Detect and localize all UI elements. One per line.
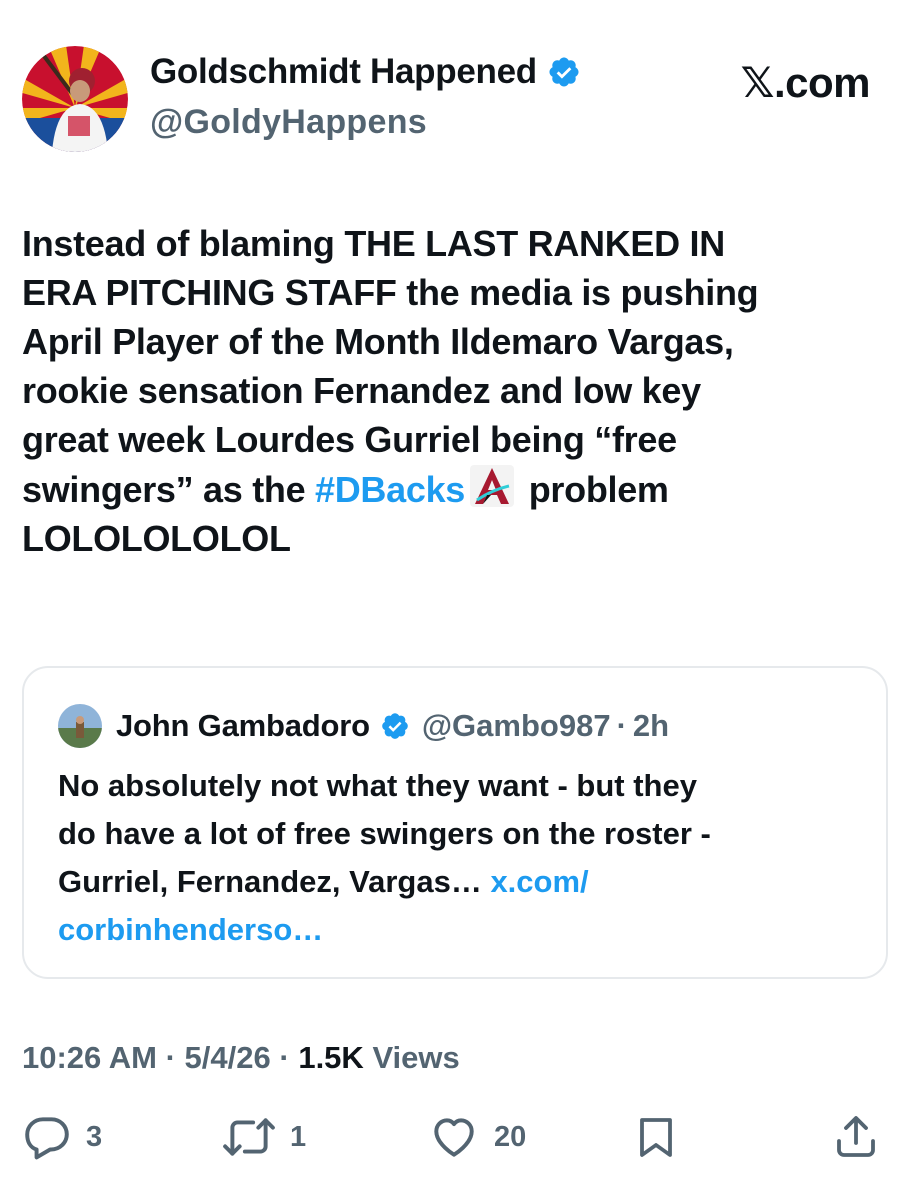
action-bar: 3 1 20 bbox=[0, 1112, 910, 1172]
share-button[interactable] bbox=[832, 1112, 880, 1162]
tweet-line: Instead of blaming THE LAST RANKED IN bbox=[22, 223, 725, 264]
like-count: 20 bbox=[494, 1120, 527, 1153]
meta-separator: · bbox=[165, 1040, 176, 1075]
bookmark-icon bbox=[640, 1118, 672, 1157]
quote-url-link-continued[interactable]: corbinhenderso… bbox=[58, 906, 878, 954]
tweet-line-text: swingers” as the bbox=[22, 469, 316, 510]
author-name-text[interactable]: Goldschmidt Happened bbox=[150, 52, 537, 92]
dbacks-logo-icon bbox=[469, 464, 515, 508]
reply-count: 3 bbox=[86, 1120, 103, 1153]
repost-button[interactable]: 1 bbox=[222, 1112, 306, 1162]
quote-timestamp[interactable]: 2h bbox=[633, 708, 669, 744]
quote-line: No absolutely not what they want - but t… bbox=[58, 768, 697, 803]
tweet-line-text: problem bbox=[519, 469, 669, 510]
quote-verified-badge-icon bbox=[380, 711, 410, 741]
tweet-line: swingers” as the #DBacks problem bbox=[22, 464, 902, 514]
like-button[interactable]: 20 bbox=[428, 1112, 526, 1162]
tweet-text: Instead of blaming THE LAST RANKED IN ER… bbox=[22, 219, 902, 563]
quote-line-text: Gurriel, Fernandez, Vargas… bbox=[58, 864, 491, 899]
tweet-time[interactable]: 10:26 AM bbox=[22, 1040, 157, 1075]
repost-count: 1 bbox=[290, 1120, 307, 1153]
quote-header: John Gambadoro @Gambo987 · 2h bbox=[58, 704, 669, 748]
tweet-line: April Player of the Month Ildemaro Varga… bbox=[22, 321, 734, 362]
hashtag-link[interactable]: #DBacks bbox=[315, 469, 465, 510]
author-handle[interactable]: @GoldyHappens bbox=[150, 103, 427, 142]
quoted-tweet-card[interactable]: John Gambadoro @Gambo987 · 2h No absolut… bbox=[22, 666, 888, 979]
repost-icon bbox=[223, 1118, 275, 1156]
x-com-brand: 𝕏.com bbox=[740, 59, 871, 106]
quote-separator: · bbox=[616, 708, 627, 743]
quote-author-avatar[interactable] bbox=[58, 704, 102, 748]
quote-text: No absolutely not what they want - but t… bbox=[58, 762, 878, 954]
views-label: Views bbox=[372, 1040, 460, 1075]
heart-icon bbox=[434, 1118, 474, 1157]
tweet-date[interactable]: 5/4/26 bbox=[185, 1040, 271, 1075]
tweet-meta: 10:26 AM · 5/4/26 · 1.5K Views bbox=[22, 1040, 460, 1076]
quote-author-name[interactable]: John Gambadoro bbox=[116, 708, 370, 744]
share-icon bbox=[837, 1116, 875, 1157]
meta-separator: · bbox=[279, 1040, 290, 1075]
views-count: 1.5K bbox=[298, 1040, 364, 1075]
quote-author-handle[interactable]: @Gambo987 bbox=[422, 708, 611, 744]
verified-badge-icon bbox=[547, 55, 581, 89]
bookmark-button[interactable] bbox=[632, 1112, 680, 1162]
author-display-name[interactable]: Goldschmidt Happened bbox=[150, 52, 581, 92]
quote-line: Gurriel, Fernandez, Vargas… x.com/ bbox=[58, 858, 878, 906]
author-avatar[interactable] bbox=[22, 46, 128, 152]
tweet-line: ERA PITCHING STAFF the media is pushing bbox=[22, 272, 759, 313]
tweet-line: rookie sensation Fernandez and low key bbox=[22, 370, 701, 411]
reply-icon bbox=[25, 1117, 69, 1160]
tweet-line: great week Lourdes Gurriel being “free bbox=[22, 419, 677, 460]
quote-line: do have a lot of free swingers on the ro… bbox=[58, 816, 711, 851]
tweet-line: LOLOLOLOLOL bbox=[22, 518, 291, 559]
quote-url-link[interactable]: x.com/ bbox=[490, 864, 588, 899]
reply-button[interactable]: 3 bbox=[22, 1112, 102, 1162]
